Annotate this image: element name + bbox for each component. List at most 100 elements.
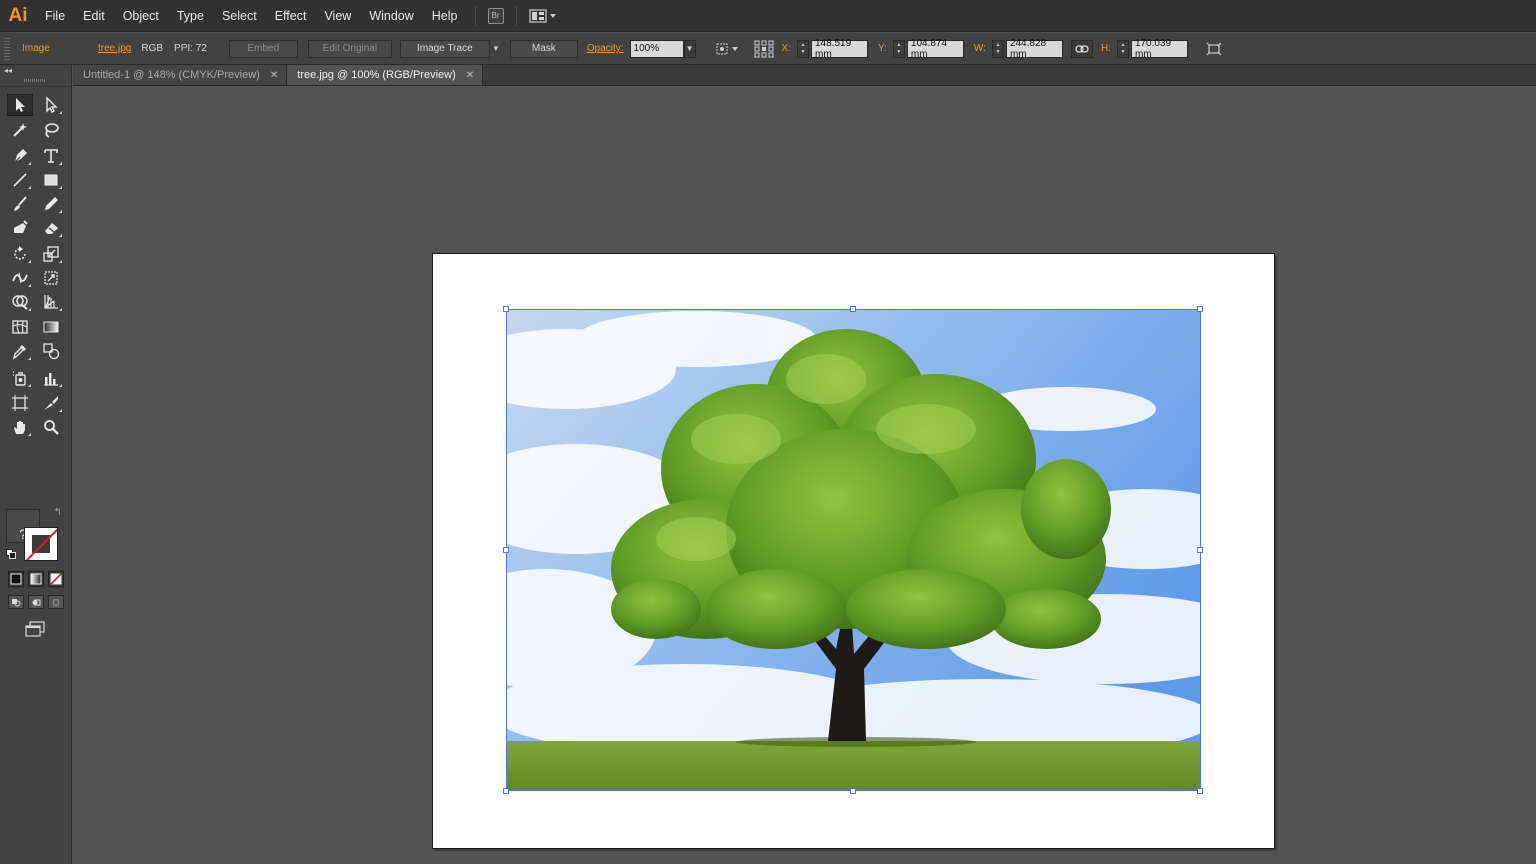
canvas-area[interactable] xyxy=(73,86,1536,864)
direct-selection-tool[interactable] xyxy=(38,94,64,116)
menu-type[interactable]: Type xyxy=(168,0,213,32)
y-stepper[interactable]: ▲ ▼ xyxy=(892,39,905,58)
handle-bottom-left[interactable] xyxy=(503,788,509,794)
rotate-icon xyxy=(14,246,26,260)
handle-middle-left[interactable] xyxy=(503,547,509,553)
paintbrush-tool[interactable] xyxy=(7,193,33,215)
selection-arrow-icon xyxy=(16,98,25,112)
pencil-tool[interactable] xyxy=(38,193,64,215)
rotate-tool[interactable] xyxy=(7,243,33,265)
image-trace-button[interactable]: Image Trace xyxy=(399,39,490,58)
menu-view[interactable]: View xyxy=(315,0,360,32)
transform-panel-button[interactable] xyxy=(1206,42,1222,56)
symbol-sprayer-tool[interactable] xyxy=(7,367,33,389)
selection-tool[interactable] xyxy=(7,94,33,116)
handle-bottom-right[interactable] xyxy=(1197,788,1203,794)
eraser-tool[interactable] xyxy=(38,217,64,239)
hand-tool[interactable] xyxy=(7,416,33,438)
arrange-documents-icon xyxy=(528,8,556,23)
mask-button[interactable]: Mask xyxy=(509,39,578,58)
draw-behind-button[interactable] xyxy=(28,595,44,609)
recolor-options-button[interactable] xyxy=(716,42,740,56)
menu-file[interactable]: File xyxy=(36,0,74,32)
color-button[interactable] xyxy=(8,571,24,587)
selection-options-icon xyxy=(716,43,738,54)
reference-point-icon xyxy=(754,40,774,57)
linked-file-link[interactable]: tree.jpg xyxy=(98,43,131,54)
swap-fill-stroke-icon[interactable]: ↰ xyxy=(54,507,62,518)
collapse-icon[interactable]: ◂◂ xyxy=(4,66,12,75)
none-slash-icon xyxy=(25,528,57,560)
perspective-grid-tool[interactable] xyxy=(38,291,64,313)
tools-panel-grip[interactable] xyxy=(24,79,46,82)
opacity-input[interactable]: 100% xyxy=(629,39,684,58)
w-stepper[interactable]: ▲ ▼ xyxy=(991,39,1004,58)
none-button[interactable] xyxy=(48,571,64,587)
embed-button[interactable]: Embed xyxy=(228,39,298,58)
x-input[interactable]: 148.519 mm xyxy=(810,38,868,60)
handle-middle-right[interactable] xyxy=(1197,547,1203,553)
opacity-dropdown[interactable]: ▼ xyxy=(683,39,696,58)
magic-wand-tool[interactable] xyxy=(7,119,33,141)
tab-tree-jpg[interactable]: tree.jpg @ 100% (RGB/Preview) ✕ xyxy=(287,65,484,85)
h-stepper[interactable]: ▲ ▼ xyxy=(1116,39,1129,58)
eraser-icon xyxy=(45,223,58,234)
zoom-tool[interactable] xyxy=(38,416,64,438)
close-icon[interactable]: ✕ xyxy=(270,70,278,81)
line-segment-tool[interactable] xyxy=(7,169,33,191)
eyedropper-tool[interactable] xyxy=(7,340,33,362)
arrange-documents-button[interactable] xyxy=(528,5,557,27)
control-bar-grip[interactable] xyxy=(4,37,10,60)
slice-tool[interactable] xyxy=(38,392,64,414)
width-tool[interactable] xyxy=(7,267,33,289)
screen-mode-icon[interactable] xyxy=(24,621,46,637)
reference-point-button[interactable] xyxy=(754,40,774,58)
column-graph-tool[interactable] xyxy=(38,367,64,389)
menu-bar: Ai File Edit Object Type Select Effect V… xyxy=(0,0,1536,32)
bridge-button[interactable]: Br xyxy=(487,5,504,27)
tab-label: Untitled-1 @ 148% (CMYK/Preview) xyxy=(83,69,260,81)
handle-top-left[interactable] xyxy=(503,306,509,312)
y-input[interactable]: 104.874 mm xyxy=(906,38,964,60)
type-tool[interactable] xyxy=(38,145,64,167)
menu-edit[interactable]: Edit xyxy=(74,0,114,32)
blob-brush-tool[interactable] xyxy=(7,217,33,239)
image-trace-dropdown[interactable]: ▼ xyxy=(490,40,502,58)
gradient-tool[interactable] xyxy=(38,316,64,338)
rectangle-tool[interactable] xyxy=(38,169,64,191)
draw-inside-button[interactable] xyxy=(48,595,64,609)
handle-top-center[interactable] xyxy=(850,306,856,312)
artboard-tool[interactable] xyxy=(7,392,33,414)
menu-object[interactable]: Object xyxy=(114,0,168,32)
x-stepper[interactable]: ▲ ▼ xyxy=(796,39,809,58)
w-input[interactable]: 244.828 mm xyxy=(1005,38,1063,60)
menu-separator xyxy=(474,5,476,26)
placed-image-tree[interactable] xyxy=(506,309,1201,791)
lasso-tool[interactable] xyxy=(38,119,64,141)
stroke-swatch[interactable] xyxy=(24,527,58,561)
pen-tool[interactable] xyxy=(7,145,33,167)
draw-normal-button[interactable] xyxy=(8,595,24,609)
opacity-label[interactable]: Opacity: xyxy=(587,43,624,54)
menu-help[interactable]: Help xyxy=(423,0,467,32)
menu-window[interactable]: Window xyxy=(360,0,422,32)
scale-tool[interactable] xyxy=(38,243,64,265)
gradient-button[interactable] xyxy=(28,571,44,587)
tab-untitled-1[interactable]: Untitled-1 @ 148% (CMYK/Preview) ✕ xyxy=(73,65,288,85)
handle-top-right[interactable] xyxy=(1197,306,1203,312)
handle-bottom-center[interactable] xyxy=(850,788,856,794)
mesh-tool[interactable] xyxy=(7,316,33,338)
menu-select[interactable]: Select xyxy=(213,0,266,32)
blend-tool[interactable] xyxy=(38,340,64,362)
free-transform-tool[interactable] xyxy=(38,267,64,289)
ppi-label: PPI: 72 xyxy=(174,43,207,54)
shape-builder-tool[interactable] xyxy=(7,291,33,313)
draw-inside-icon xyxy=(52,598,60,606)
close-icon[interactable]: ✕ xyxy=(466,70,474,81)
h-input[interactable]: 170.039 mm xyxy=(1130,38,1188,60)
constrain-proportions-button[interactable] xyxy=(1070,39,1093,58)
edit-original-button[interactable]: Edit Original xyxy=(307,39,392,58)
menu-effect[interactable]: Effect xyxy=(266,0,316,32)
x-label: X: xyxy=(781,43,791,54)
default-fill-stroke-icon[interactable] xyxy=(6,549,16,559)
